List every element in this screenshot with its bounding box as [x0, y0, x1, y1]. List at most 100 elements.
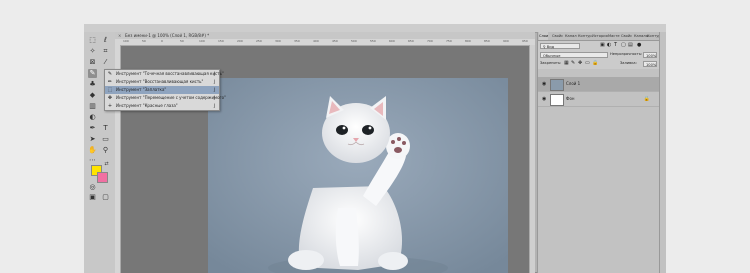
ruler-tick-label: 50	[180, 39, 184, 43]
flyout-item-patch[interactable]: ⬚ Инструмент "Заплатка" J	[105, 86, 219, 94]
visibility-eye-icon[interactable]: ◉	[542, 81, 546, 87]
ruler-tick-label: 650	[408, 39, 414, 43]
tab-history[interactable]: История	[592, 32, 608, 40]
eyedropper-tool-icon[interactable]: ⁄	[101, 58, 110, 67]
horizontal-ruler: 100 50 0 50 100 150 200 250 300 350 400 450 500 550 60…	[115, 39, 535, 46]
content-aware-move-icon: ✥	[107, 95, 113, 101]
lock-transparent-icon[interactable]: ▦	[564, 60, 569, 67]
ruler-tick-label: 950	[522, 39, 528, 43]
blur-tool-icon[interactable]: ◐	[88, 113, 97, 122]
magic-wand-tool-icon[interactable]: ✧	[88, 47, 97, 56]
zoom-tool-icon[interactable]: ⚲	[101, 146, 110, 155]
pen-tool-icon[interactable]: ✒	[88, 124, 97, 133]
lock-icon: 🔒	[643, 96, 650, 102]
filter-shape-icon[interactable]: ▢	[621, 42, 626, 49]
path-selection-tool-icon[interactable]: ➤	[88, 135, 97, 144]
hand-tool-icon[interactable]: ✋	[88, 146, 97, 155]
filter-adjust-icon[interactable]: ◐	[607, 42, 611, 49]
close-tab-icon[interactable]: ×	[118, 32, 121, 39]
ruler-tick-label: 300	[275, 39, 281, 43]
vertical-scrollbar[interactable]	[529, 45, 535, 273]
quick-mask-icon[interactable]: ◎	[88, 183, 97, 192]
type-tool-icon[interactable]: T	[101, 124, 110, 133]
fill-input[interactable]: 100%	[643, 60, 657, 67]
ruler-tick-label: 550	[370, 39, 376, 43]
ruler-tick-label: 850	[484, 39, 490, 43]
blend-mode-select[interactable]: Обычные	[540, 51, 608, 58]
ruler-tick-label: 600	[389, 39, 395, 43]
lock-all-icon[interactable]: 🔒	[592, 60, 598, 67]
marquee-tool-icon[interactable]: ⬚	[88, 36, 97, 45]
ruler-tick-label: 400	[313, 39, 319, 43]
layer-name: Фон	[566, 96, 575, 101]
ruler-tick-label: 200	[237, 39, 243, 43]
lock-position-icon[interactable]: ✥	[578, 60, 582, 67]
flyout-item-healing-brush[interactable]: ✏ Инструмент "Восстанавливающая кисть" J	[105, 78, 219, 86]
lock-image-icon[interactable]: ✎	[571, 60, 575, 67]
screen-mode-icon[interactable]: ▣	[88, 193, 97, 202]
lock-row: Закрепить: ▦ ✎ ✥ ▭ 🔒 Заливка: 100%	[540, 60, 658, 67]
lasso-tool-icon[interactable]: ℓ	[101, 36, 110, 45]
gradient-tool-icon[interactable]: ▥	[88, 102, 97, 111]
flyout-item-content-aware-move[interactable]: ✥ Инструмент "Перемещение с учетом содер…	[105, 94, 226, 102]
visibility-eye-icon[interactable]: ◉	[542, 96, 546, 102]
tab-properties-2[interactable]: Свойс	[621, 32, 632, 40]
layers-list: ◉ Слой 1 ◉ Фон 🔒	[538, 69, 660, 273]
canvas-image[interactable]	[208, 78, 508, 273]
spot-healing-icon: ✎	[107, 71, 113, 77]
healing-tools-flyout: ✎ Инструмент "Точечная восстанавливающая…	[104, 69, 226, 111]
filter-type-icon[interactable]: T	[614, 42, 617, 49]
frame-tool-icon[interactable]: ⊠	[88, 58, 97, 67]
stamp-tool-icon[interactable]: ♣	[88, 80, 97, 89]
opacity-input[interactable]: 100%	[643, 51, 657, 58]
shape-tool-icon[interactable]: ▭	[101, 135, 110, 144]
panel-tabs: Слои Свойс Канал Контур История Масте Св…	[538, 32, 663, 41]
healing-brush-icon: ✏	[107, 79, 113, 85]
background-color-swatch[interactable]	[97, 172, 108, 183]
blend-row: Обычные Непрозрачность: 100%	[540, 51, 658, 58]
ruler-tick-label: 700	[427, 39, 433, 43]
layer-filter-select[interactable]: ⚲ Вид	[540, 42, 580, 49]
swap-colors-icon[interactable]: ⇄	[102, 160, 111, 169]
layer-name: Слой 1	[566, 81, 581, 86]
edit-toolbar-icon[interactable]: ⋯	[88, 156, 97, 165]
tab-properties[interactable]: Свойс	[552, 32, 563, 40]
tab-layers[interactable]: Слои	[539, 32, 549, 40]
collapsed-panels-strip	[659, 32, 666, 273]
filter-smart-icon[interactable]: ▤	[628, 42, 633, 49]
ruler-tick-label: 900	[503, 39, 509, 43]
ruler-tick-label: 350	[294, 39, 300, 43]
tab-masks[interactable]: Масте	[608, 32, 620, 40]
tab-paths[interactable]: Контур	[578, 32, 592, 40]
kitten-photo	[208, 78, 508, 273]
patch-icon: ⬚	[107, 87, 113, 93]
ruler-tick-label: 50	[142, 39, 146, 43]
opacity-label: Непрозрачность:	[610, 52, 643, 56]
photoshop-window: ⬚ ℓ ✧ ⌗ ⊠ ⁄ ✎ ♣ ◆ ▥ ◐ ✒ T ➤ ▭ ✋ ⚲ ⋯ ⇄ ◎ …	[84, 24, 666, 273]
eraser-tool-icon[interactable]: ◆	[88, 91, 97, 100]
fill-label: Заливка:	[620, 61, 637, 65]
flyout-item-spot-healing[interactable]: ✎ Инструмент "Точечная восстанавливающая…	[105, 70, 224, 78]
lock-artboard-icon[interactable]: ▭	[585, 60, 590, 67]
ruler-tick-label: 500	[351, 39, 357, 43]
ruler-tick-label: 0	[161, 39, 163, 43]
ruler-tick-label: 800	[465, 39, 471, 43]
layer-thumbnail	[550, 94, 564, 106]
ruler-tick-label: 100	[199, 39, 205, 43]
crop-tool-icon[interactable]: ⌗	[101, 47, 110, 56]
tab-channels[interactable]: Канал	[565, 32, 577, 40]
layer-row-background[interactable]: ◉ Фон 🔒	[538, 92, 660, 107]
layer-thumbnail	[550, 79, 564, 91]
layer-row-layer1[interactable]: ◉ Слой 1	[538, 77, 660, 92]
document-title: Без имени-1 @ 100% (Слой 1, RGB/8#) *	[125, 33, 210, 38]
ruler-tick-label: 750	[446, 39, 452, 43]
ruler-tick-label: 100	[123, 39, 129, 43]
flyout-item-red-eye[interactable]: + Инструмент "Красные глаза" J	[105, 102, 219, 110]
filter-toggle-icon[interactable]: ●	[637, 42, 641, 49]
filter-pixel-icon[interactable]: ▣	[600, 42, 605, 49]
healing-brush-tool-icon[interactable]: ✎	[88, 69, 97, 78]
artboard-icon[interactable]: ▢	[101, 193, 110, 202]
ruler-tick-label: 450	[332, 39, 338, 43]
layer-filter-row: ⚲ Вид ▣ ◐ T ▢ ▤ ●	[540, 42, 658, 49]
ruler-tick-label: 250	[256, 39, 262, 43]
